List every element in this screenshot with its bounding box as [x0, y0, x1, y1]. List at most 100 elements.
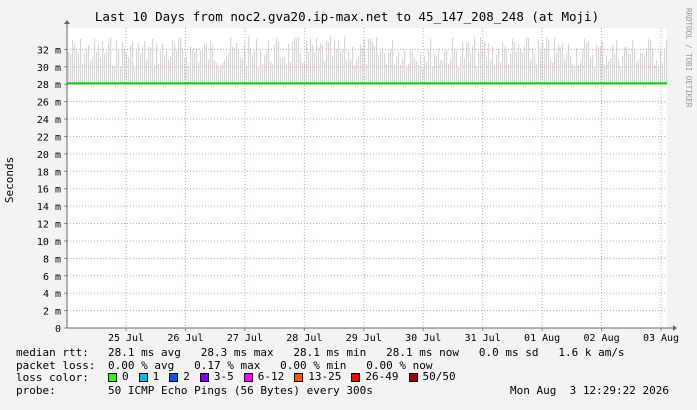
smoke-bar [646, 48, 648, 85]
smoke-bar [266, 50, 268, 85]
smoke-bar [338, 39, 340, 85]
smoke-bar [250, 47, 252, 85]
smoke-bar [298, 37, 300, 85]
timestamp: Mon Aug 3 12:29:22 2026 [510, 383, 669, 397]
loss-color-text: 2 [183, 370, 190, 384]
y-tick-label: 6 m [43, 272, 61, 283]
smoke-bar [454, 47, 456, 85]
smoke-bar [300, 53, 302, 85]
y-tick-label: 10 m [37, 237, 61, 248]
smoke-bar [130, 45, 132, 85]
smoke-bar [374, 45, 376, 85]
smoke-bar [226, 56, 228, 85]
smoke-bar [370, 38, 372, 85]
smoke-bar [214, 60, 216, 85]
smoke-bar [80, 38, 82, 85]
smoke-bar [112, 65, 114, 85]
smoke-bar [564, 59, 566, 85]
smoke-bar [252, 54, 254, 85]
smoke-bar [378, 55, 380, 85]
smoke-bar [500, 62, 502, 85]
smoke-bar [534, 53, 536, 85]
smoke-bar [158, 63, 160, 85]
smoke-bar [218, 66, 220, 85]
smoke-bar [144, 41, 146, 85]
x-tick-label: 29 Jul [346, 333, 382, 344]
smoke-bar [612, 44, 614, 85]
smoke-bar [618, 58, 620, 85]
smoke-bar [510, 54, 512, 85]
smoke-bar [594, 66, 596, 85]
smoke-bar [120, 66, 122, 85]
smoke-bar [550, 59, 552, 85]
smoke-bar [310, 37, 312, 85]
stats-panel: median rtt: 28.1 ms avg 28.3 ms max 28.1 … [16, 346, 683, 398]
smoke-bar [608, 60, 610, 85]
smoke-bar [240, 57, 242, 85]
smoke-bar [640, 52, 642, 85]
smoke-bar [168, 59, 170, 85]
smoke-bar [578, 65, 580, 85]
smoke-bar [636, 62, 638, 85]
y-tick-label: 22 m [37, 132, 61, 143]
smoke-bar [276, 37, 278, 85]
smoke-bar [556, 53, 558, 85]
loss-color-text: 3-5 [213, 370, 234, 384]
smoke-bar [134, 67, 136, 85]
smoke-bar [470, 52, 472, 85]
smoke-bar [638, 59, 640, 85]
smoke-bar [506, 49, 508, 85]
y-tick-label: 8 m [43, 254, 61, 265]
smoke-bar [114, 66, 116, 85]
smoke-bar [90, 60, 92, 85]
smoke-bar [98, 43, 100, 85]
smoke-bar [100, 57, 102, 85]
x-tick-label: 26 Jul [167, 333, 203, 344]
smoke-bar [442, 60, 444, 85]
loss-color-text: 13-25 [308, 370, 342, 384]
smoke-bar [294, 37, 296, 85]
loss-color-item: 13-25 [294, 371, 341, 384]
x-tick-label: 01 Aug [524, 333, 560, 344]
smoke-bar [600, 46, 602, 85]
smoke-bar [350, 59, 352, 85]
smoke-bar [70, 53, 72, 85]
x-tick-label: 27 Jul [227, 333, 263, 344]
rtt-values: 28.1 ms avg 28.3 ms max 28.1 ms min 28.1… [108, 346, 625, 359]
smoke-bar [358, 56, 360, 85]
smoke-bar [610, 58, 612, 85]
smoke-bar [602, 41, 604, 85]
smoke-bar [518, 44, 520, 85]
smoke-bar [430, 38, 432, 85]
probe-label: probe: [16, 383, 56, 397]
smoke-bar [362, 47, 364, 85]
smoke-bar [444, 51, 446, 85]
smoke-bar [516, 51, 518, 85]
smoke-bar [656, 59, 658, 85]
smoke-bar [546, 37, 548, 85]
smoke-bar [512, 38, 514, 85]
smoke-bar [548, 40, 550, 85]
smoke-bar [626, 46, 628, 85]
probe-row: probe: 50 ICMP Echo Pings (56 Bytes) ever… [16, 383, 683, 398]
smoke-bar [176, 50, 178, 85]
smoke-bar [440, 59, 442, 85]
smoke-bar [436, 56, 438, 85]
smoke-bar [282, 58, 284, 85]
smoke-bar [590, 58, 592, 85]
smoke-bar [432, 66, 434, 85]
smoke-bar [654, 65, 656, 85]
smoke-bar [558, 45, 560, 85]
smoke-bar [536, 64, 538, 85]
loss-color-item: 1 [138, 371, 159, 384]
smoke-bar [140, 53, 142, 85]
smoke-bar [466, 41, 468, 85]
smoke-bar [334, 39, 336, 85]
smoke-bar [482, 48, 484, 85]
loss-color-swatch [243, 372, 253, 382]
smoke-bar [658, 65, 660, 85]
smoke-bar [92, 56, 94, 85]
smoke-bar [420, 53, 422, 85]
loss-color-row: loss color: 0 1 2 3-5 6-12 13-25 26-49 50/50 [16, 370, 683, 385]
smoke-bar [462, 41, 464, 85]
